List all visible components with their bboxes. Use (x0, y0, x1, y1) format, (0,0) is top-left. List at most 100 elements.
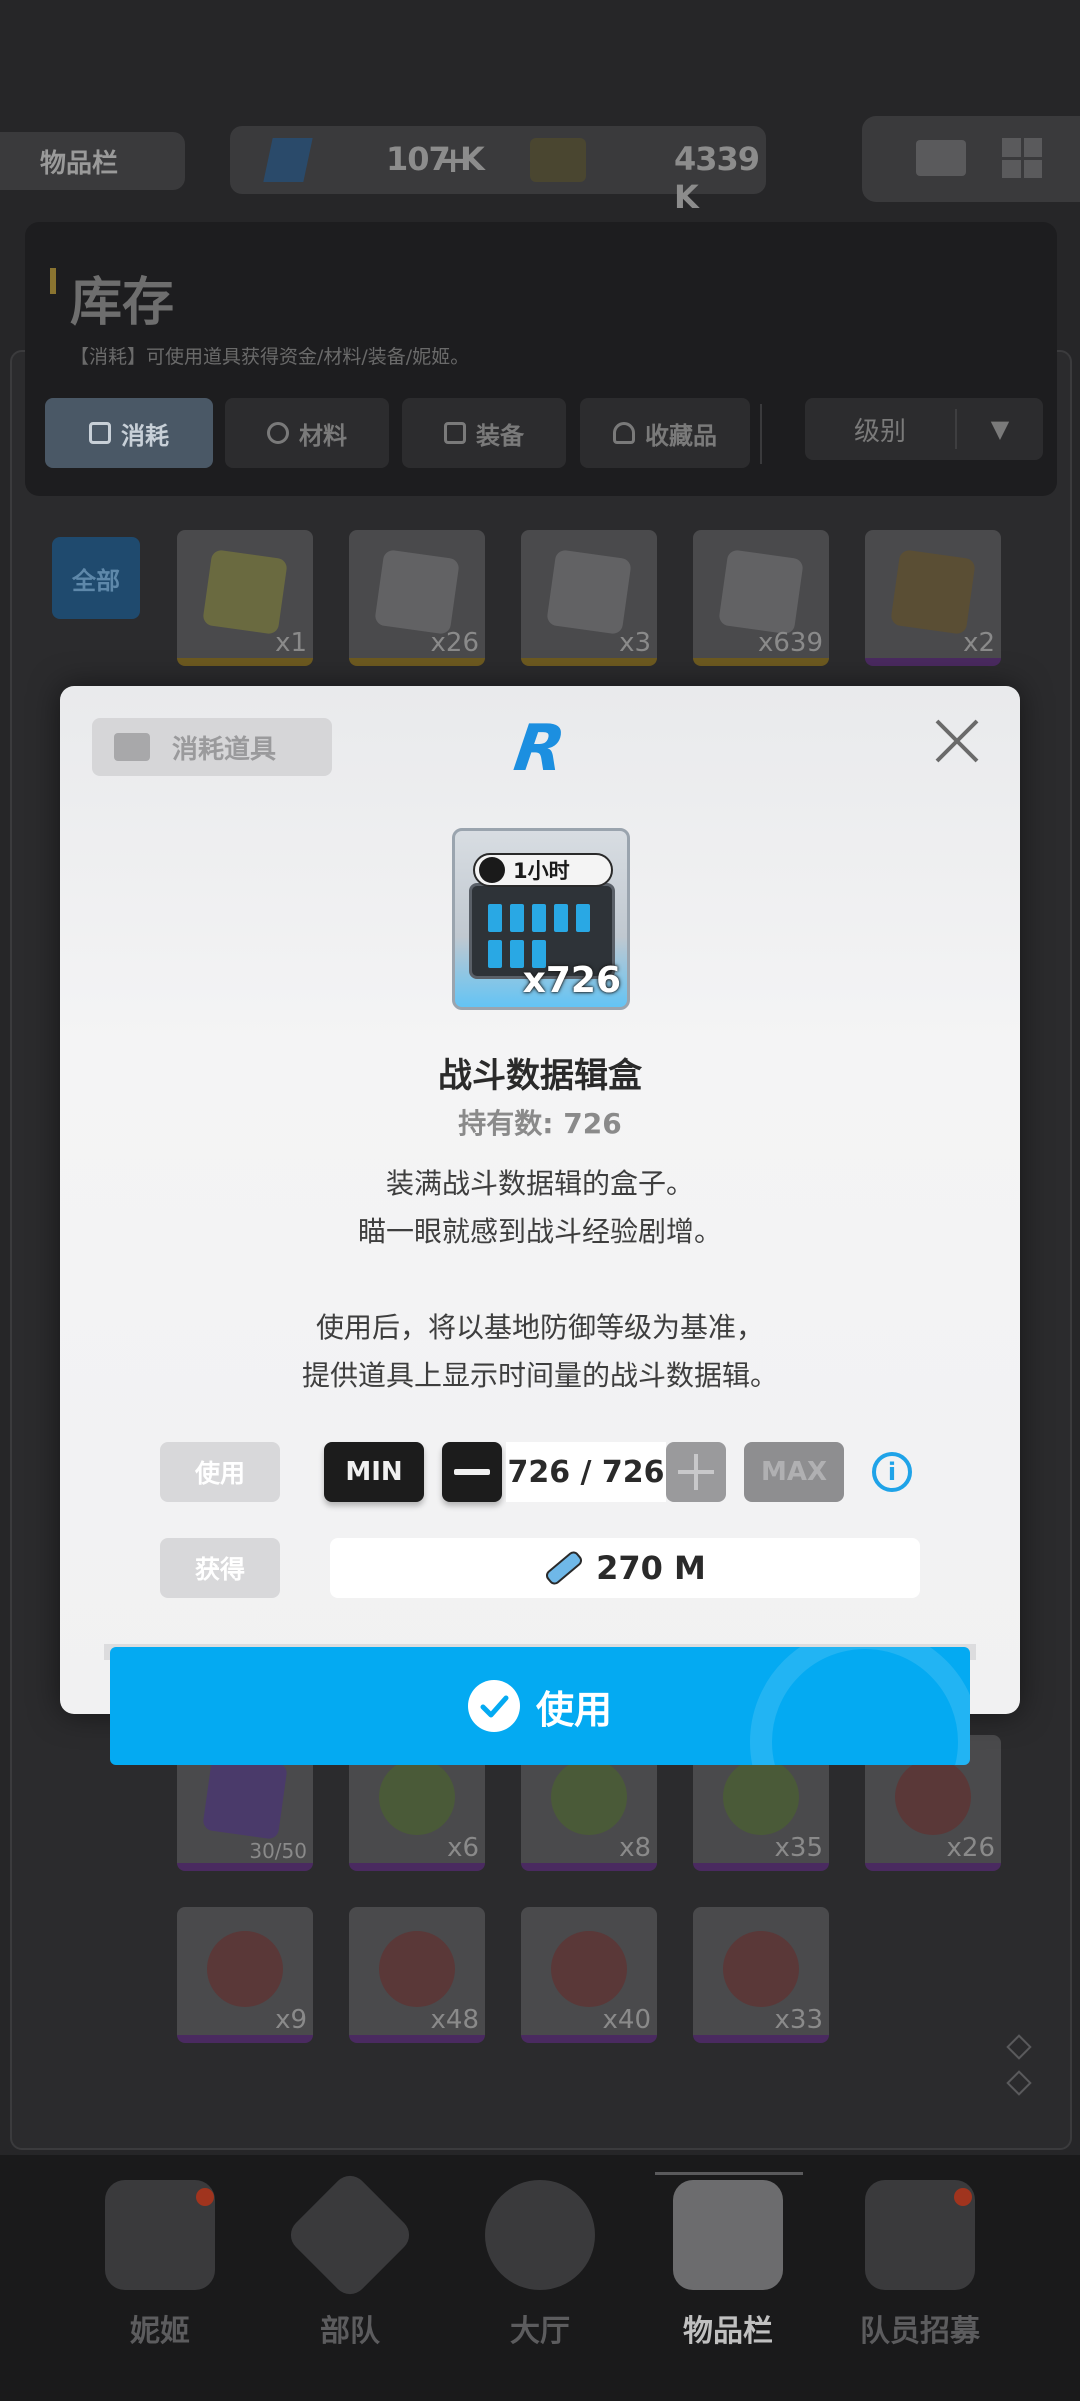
close-icon[interactable] (932, 716, 982, 766)
consumable-icon (114, 733, 150, 761)
inventory-slot[interactable]: x48 (349, 1907, 485, 2043)
quantity-display: 726 / 726 (506, 1442, 666, 1502)
credit-icon (530, 138, 586, 182)
slot-count: x40 (602, 2005, 651, 2035)
decoration-ring (750, 1647, 970, 1765)
inventory-icon (673, 2180, 783, 2290)
collectible-icon (613, 422, 635, 444)
tab-label: 装备 (476, 421, 524, 450)
squad-icon (283, 2168, 417, 2302)
tab-collectibles[interactable]: 收藏品 (580, 398, 750, 468)
inventory-slot[interactable]: x639 (693, 530, 829, 666)
item-name: 战斗数据辑盒 (438, 1056, 642, 1096)
item-icon (723, 1931, 799, 2007)
min-button[interactable]: MIN (324, 1442, 424, 1502)
tab-divider (760, 404, 762, 464)
inventory-slot[interactable]: x9 (177, 1907, 313, 2043)
info-icon[interactable]: i (872, 1452, 912, 1492)
slot-count: x33 (774, 2005, 823, 2035)
decrease-button[interactable] (442, 1442, 502, 1502)
cube-icon (479, 857, 505, 883)
tab-materials[interactable]: 材料 (225, 398, 389, 468)
confirm-use-button[interactable]: 使用 (110, 1647, 970, 1765)
inventory-slot[interactable]: x3 (521, 530, 657, 666)
material-icon (267, 422, 289, 444)
description-line: 使用后，将以基地防御等级为基准， (315, 1311, 764, 1344)
item-icon (723, 1759, 799, 1835)
nav-recruit[interactable]: 队员招募 (830, 2180, 1010, 2350)
minus-icon (454, 1469, 490, 1475)
description-line: 瞄一眼就感到战斗经验剧增。 (357, 1215, 722, 1248)
item-detail-modal: 消耗道具 R 1小时 x726 战斗数据辑盒 持有数: 726 装满战斗数据辑的… (60, 686, 1020, 1714)
max-button[interactable]: MAX (744, 1442, 844, 1502)
item-icon (546, 549, 632, 635)
confirm-use-label: 使用 (535, 1687, 612, 1732)
inventory-slot[interactable]: x1 (177, 530, 313, 666)
item-card: 1小时 x726 (452, 828, 630, 1010)
category-tag: 消耗道具 (92, 718, 332, 776)
gem-icon (263, 138, 313, 182)
nav-inventory[interactable]: 物品栏 (638, 2180, 818, 2350)
inventory-slot[interactable]: x2 (865, 530, 1001, 666)
top-right-menu (862, 116, 1080, 202)
slot-count: x2 (963, 628, 995, 658)
inventory-slot[interactable]: x26 (349, 530, 485, 666)
currency-bar: 107 K + 4339 K (230, 126, 766, 216)
slot-count: x639 (757, 628, 823, 658)
credit-amount: 4339 K (674, 140, 760, 216)
item-icon (551, 1759, 627, 1835)
rarity-badge: R (509, 712, 570, 786)
item-icon (202, 1754, 288, 1840)
inventory-title: 库存 (70, 273, 175, 333)
sort-label: 级别 (853, 416, 906, 447)
notification-dot (954, 2188, 972, 2206)
inventory-slot[interactable]: x40 (521, 1907, 657, 2043)
lobby-icon (485, 2180, 595, 2290)
nav-active-indicator (655, 2172, 803, 2175)
description-line: 提供道具上显示时间量的战斗数据辑。 (301, 1359, 778, 1392)
nav-label: 物品栏 (683, 2314, 773, 2349)
filter-all-button[interactable]: 全部 (52, 537, 140, 619)
tab-consumables[interactable]: 消耗 (45, 398, 213, 468)
slot-count: x1 (275, 628, 307, 658)
inventory-description: 【消耗】可使用道具获得资金/材料/装备/妮姬。 (70, 346, 470, 368)
item-icon (379, 1759, 455, 1835)
slot-count: x8 (619, 1833, 651, 1863)
nav-squad[interactable]: 部队 (260, 2168, 440, 2350)
nav-label: 大厅 (510, 2314, 570, 2349)
page-title: 物品栏 (0, 132, 185, 190)
inventory-slot[interactable]: x33 (693, 1907, 829, 2043)
time-badge-label: 1小时 (513, 859, 570, 883)
item-quantity-badge: x726 (522, 960, 621, 1001)
consumable-icon (89, 422, 111, 444)
mail-icon[interactable] (916, 140, 966, 176)
nav-lobby[interactable]: 大厅 (450, 2180, 630, 2350)
reward-value: 270 M (596, 1549, 706, 1587)
item-icon (551, 1931, 627, 2007)
tab-label: 材料 (299, 421, 347, 450)
slot-count: x3 (619, 628, 651, 658)
menu-grid-icon[interactable] (1002, 138, 1042, 178)
item-icon (890, 549, 976, 635)
slot-count: x6 (447, 1833, 479, 1863)
time-badge: 1小时 (473, 853, 613, 887)
increase-button[interactable] (666, 1442, 726, 1502)
check-icon (467, 1680, 520, 1732)
description-line: 装满战斗数据辑的盒子。 (385, 1167, 694, 1200)
use-quantity-label: 使用 (160, 1442, 280, 1502)
nav-label: 妮姬 (130, 2314, 190, 2349)
item-icon (379, 1931, 455, 2007)
slot-count: x48 (430, 2005, 479, 2035)
slot-count: x26 (430, 628, 479, 658)
item-icon (207, 1931, 283, 2007)
add-gem-button[interactable]: + (438, 140, 468, 181)
tab-equipment[interactable]: 装备 (402, 398, 566, 468)
nav-label: 队员招募 (860, 2314, 980, 2349)
slot-count: x26 (946, 1833, 995, 1863)
tab-label: 消耗 (121, 421, 169, 450)
slot-count: x9 (275, 2005, 307, 2035)
item-icon (895, 1759, 971, 1835)
nav-nikke[interactable]: 妮姬 (70, 2180, 250, 2350)
equipment-icon (444, 422, 466, 444)
sort-dropdown[interactable]: 级别 ▼ (805, 398, 1043, 460)
